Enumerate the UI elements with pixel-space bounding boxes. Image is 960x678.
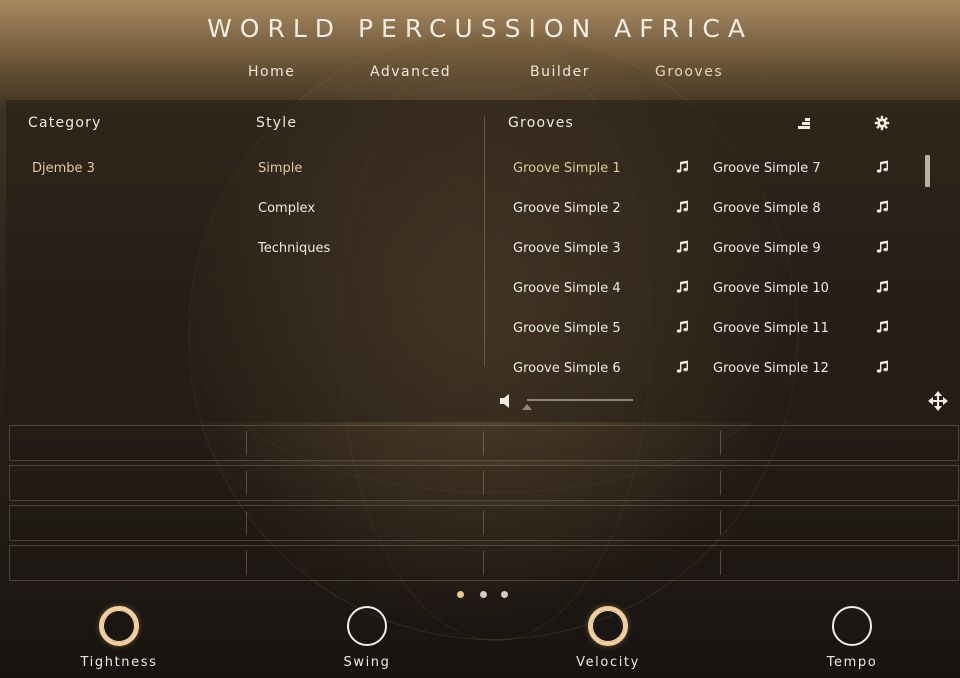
music-note-icon[interactable] [876, 239, 890, 253]
groove-item[interactable]: Groove Simple 7 [713, 161, 821, 176]
music-note-icon[interactable] [676, 359, 690, 373]
music-note-icon[interactable] [876, 159, 890, 173]
category-header: Category [28, 115, 102, 131]
groove-item[interactable]: Groove Simple 9 [713, 241, 821, 256]
nav-advanced[interactable]: Advanced [370, 64, 451, 80]
gear-icon[interactable] [874, 115, 890, 131]
volume-slider-track[interactable] [527, 399, 633, 401]
tightness-control: Tightness [58, 604, 178, 674]
volume-slider-thumb[interactable] [522, 404, 532, 410]
lane-tick [246, 511, 247, 535]
music-note-icon[interactable] [876, 279, 890, 293]
sequencer-lane-2[interactable] [9, 465, 959, 501]
velocity-control: Velocity [547, 604, 667, 674]
lane-tick [483, 551, 484, 575]
velocity-label: Velocity [576, 655, 640, 670]
main-nav: Home Advanced Builder Grooves [0, 64, 960, 84]
velocity-knob[interactable] [588, 606, 628, 646]
move-arrows-icon[interactable] [927, 390, 949, 412]
lane-tick [720, 431, 721, 455]
app-title: WORLD PERCUSSION AFRICA [207, 14, 753, 43]
music-note-icon[interactable] [676, 199, 690, 213]
lane-tick [720, 551, 721, 575]
groove-item[interactable]: Groove Simple 8 [713, 201, 821, 216]
groove-item[interactable]: Groove Simple 4 [513, 281, 621, 296]
tightness-knob[interactable] [99, 606, 139, 646]
style-item-simple[interactable]: Simple [258, 161, 302, 176]
lane-tick [483, 471, 484, 495]
style-header: Style [256, 115, 298, 131]
nav-builder[interactable]: Builder [530, 64, 590, 80]
grooves-scrollbar[interactable] [925, 155, 930, 187]
groove-item[interactable]: Groove Simple 1 [513, 161, 621, 176]
sort-bars-icon[interactable] [796, 115, 812, 131]
page-dot-3[interactable] [501, 591, 508, 598]
tempo-control: Tempo [791, 604, 911, 674]
page-dot-2[interactable] [480, 591, 487, 598]
music-note-icon[interactable] [676, 239, 690, 253]
swing-control: Swing [306, 604, 426, 674]
groove-item[interactable]: Groove Simple 10 [713, 281, 829, 296]
groove-item[interactable]: Groove Simple 12 [713, 361, 829, 376]
tightness-label: Tightness [80, 655, 158, 670]
music-note-icon[interactable] [676, 279, 690, 293]
sequencer-lane-4[interactable] [9, 545, 959, 581]
column-divider [484, 116, 485, 366]
groove-item[interactable]: Groove Simple 11 [713, 321, 829, 336]
music-note-icon[interactable] [876, 199, 890, 213]
groove-item[interactable]: Groove Simple 3 [513, 241, 621, 256]
music-note-icon[interactable] [876, 359, 890, 373]
swing-label: Swing [343, 655, 391, 670]
page-dot-1[interactable] [457, 591, 464, 598]
tempo-label: Tempo [826, 655, 878, 670]
lane-tick [720, 471, 721, 495]
lane-tick [483, 511, 484, 535]
music-note-icon[interactable] [876, 319, 890, 333]
nav-home[interactable]: Home [248, 64, 295, 80]
category-item-djembe-3[interactable]: Djembe 3 [32, 161, 95, 176]
page-indicator [454, 591, 514, 601]
tempo-knob[interactable] [832, 606, 872, 646]
groove-item[interactable]: Groove Simple 2 [513, 201, 621, 216]
style-item-techniques[interactable]: Techniques [258, 241, 330, 256]
grooves-header: Grooves [508, 115, 575, 131]
sequencer-lane-1[interactable] [9, 425, 959, 461]
lane-tick [246, 431, 247, 455]
music-note-icon[interactable] [676, 159, 690, 173]
lane-tick [720, 511, 721, 535]
style-item-complex[interactable]: Complex [258, 201, 315, 216]
lane-tick [246, 551, 247, 575]
lane-tick [483, 431, 484, 455]
swing-knob[interactable] [347, 606, 387, 646]
lane-tick [246, 471, 247, 495]
sequencer-lane-3[interactable] [9, 505, 959, 541]
groove-item[interactable]: Groove Simple 6 [513, 361, 621, 376]
speaker-icon[interactable] [499, 393, 515, 409]
groove-item[interactable]: Groove Simple 5 [513, 321, 621, 336]
music-note-icon[interactable] [676, 319, 690, 333]
nav-grooves[interactable]: Grooves [655, 64, 723, 80]
